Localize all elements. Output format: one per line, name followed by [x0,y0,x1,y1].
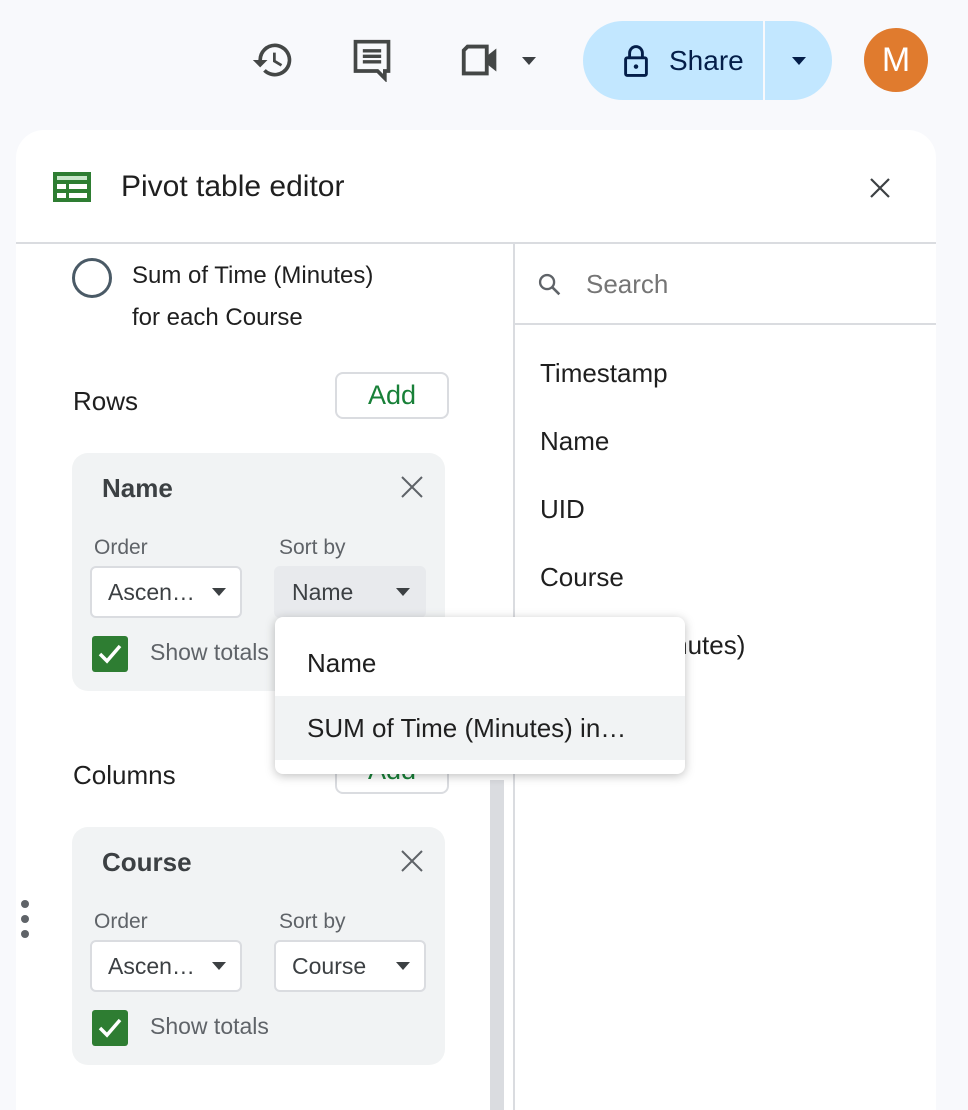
suggestion-line2[interactable]: for each Course [132,304,303,332]
divider [16,242,936,244]
search-input[interactable] [586,262,916,306]
scrollbar[interactable] [490,780,504,1110]
meet-dropdown-icon[interactable] [522,57,536,65]
remove-field-icon[interactable] [400,475,424,499]
field-item[interactable]: Course [540,562,624,593]
share-options-button[interactable] [765,21,832,100]
show-totals-label: Show totals [150,1013,269,1039]
sortby-value: Course [292,952,367,979]
columns-heading: Columns [73,760,176,790]
chevron-down-icon [791,56,806,65]
sortby-value: Name [292,578,354,605]
sortby-label: Sort by [279,910,346,933]
menu-item-name[interactable]: Name [275,631,685,695]
sortby-select[interactable]: Name [274,566,426,618]
suggestion-radio[interactable] [72,258,112,298]
remove-field-icon[interactable] [400,849,424,873]
sortby-label: Sort by [279,536,346,559]
order-value: Ascen… [108,952,195,979]
order-select[interactable]: Ascen… [90,940,242,992]
rows-add-button[interactable]: Add [335,372,449,419]
meet-camera-icon[interactable] [458,40,504,80]
order-label: Order [94,536,148,559]
dropdown-icon [212,588,226,596]
rows-heading: Rows [73,386,139,416]
search-icon [536,271,564,299]
show-totals-checkbox[interactable] [92,1010,128,1046]
panel-title: Pivot table editor [121,170,345,203]
dropdown-icon [212,962,226,970]
field-name: Course [102,847,192,877]
more-vert-icon[interactable] [19,898,31,940]
sheets-icon [53,172,91,202]
order-value: Ascen… [108,578,195,605]
field-item[interactable]: UID [540,494,585,525]
version-history-icon[interactable] [250,38,296,82]
show-totals-checkbox[interactable] [92,636,128,672]
share-button[interactable]: Share [583,21,832,100]
field-name: Name [102,473,173,503]
share-label: Share [669,44,744,76]
divider [515,323,936,325]
avatar[interactable]: M [864,28,928,92]
show-totals-label: Show totals [150,639,269,665]
close-icon[interactable] [868,176,892,200]
menu-item-sum-time[interactable]: SUM of Time (Minutes) in… [275,696,685,760]
sortby-select[interactable]: Course [274,940,426,992]
dropdown-icon [396,962,410,970]
lock-icon [623,44,649,77]
field-item[interactable]: Timestamp [540,358,668,389]
order-label: Order [94,910,148,933]
field-item[interactable]: Name [540,426,609,457]
order-select[interactable]: Ascen… [90,566,242,618]
suggestion-line1[interactable]: Sum of Time (Minutes) [132,262,373,290]
dropdown-icon [396,588,410,596]
column-field-card: Course Order Sort by Ascen… Course Show … [72,827,445,1065]
comment-icon[interactable] [350,38,394,82]
sort-by-menu: Name SUM of Time (Minutes) in… [275,617,685,774]
